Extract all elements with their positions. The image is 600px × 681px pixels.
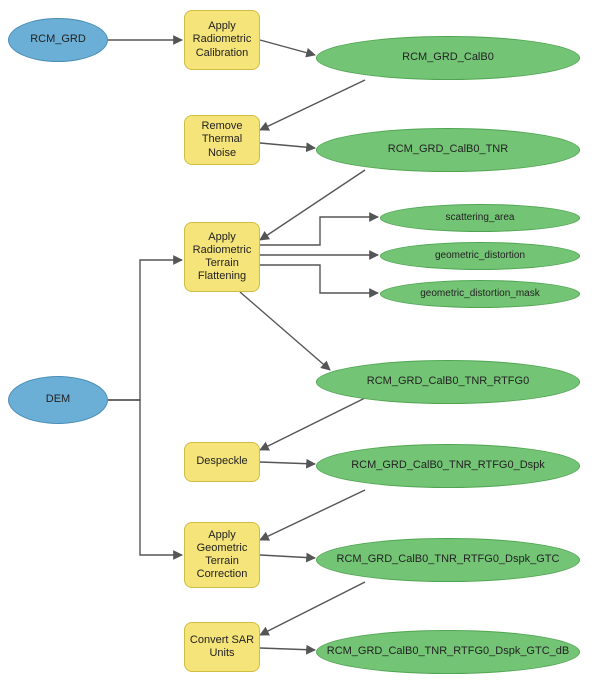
process-despeckle: Despeckle (184, 442, 260, 482)
input-rcm-grd-label: RCM_GRD (30, 33, 86, 46)
output-tnr-label: RCM_GRD_CalB0_TNR (388, 143, 508, 156)
output-dspk-label: RCM_GRD_CalB0_TNR_RTFG0_Dspk (351, 459, 545, 472)
edge-tnrout-rtf (260, 170, 365, 240)
edge-calb0-tnr-proc (260, 80, 365, 130)
edge-dspkproc-dspkout (260, 462, 315, 464)
input-rcm-grd: RCM_GRD (8, 18, 108, 62)
edge-dem-rtf (108, 260, 182, 400)
process-radiometric-terrain-flattening: Apply Radiometric Terrain Flattening (184, 222, 260, 292)
process-geometric-terrain-correction-label: Apply Geometric Terrain Correction (189, 529, 255, 582)
edge-radcal-calb0 (260, 40, 315, 55)
process-radiometric-terrain-flattening-label: Apply Radiometric Terrain Flattening (189, 231, 255, 284)
output-db: RCM_GRD_CalB0_TNR_RTFG0_Dspk_GTC_dB (316, 630, 580, 674)
output-rtfg0-label: RCM_GRD_CalB0_TNR_RTFG0 (367, 375, 529, 388)
output-tnr: RCM_GRD_CalB0_TNR (316, 128, 580, 172)
output-calb0: RCM_GRD_CalB0 (316, 36, 580, 80)
output-scattering-area-label: scattering_area (446, 212, 515, 224)
process-radiometric-calibration-label: Apply Radiometric Calibration (189, 20, 255, 60)
process-remove-thermal-noise: Remove Thermal Noise (184, 115, 260, 165)
process-convert-sar-units: Convert SAR Units (184, 622, 260, 672)
output-scattering-area: scattering_area (380, 204, 580, 232)
edge-tnrproc-tnrout (260, 143, 315, 148)
output-dspk: RCM_GRD_CalB0_TNR_RTFG0_Dspk (316, 444, 580, 488)
output-geometric-distortion-mask: geometric_distortion_mask (380, 280, 580, 308)
edge-rtf-rtfg0 (240, 292, 330, 370)
edge-rtf-scat (260, 217, 378, 245)
edge-dem-gtc (108, 400, 182, 555)
process-remove-thermal-noise-label: Remove Thermal Noise (189, 120, 255, 160)
edge-rtf-gdm (260, 265, 378, 293)
output-geometric-distortion: geometric_distortion (380, 242, 580, 270)
process-radiometric-calibration: Apply Radiometric Calibration (184, 10, 260, 70)
process-convert-sar-units-label: Convert SAR Units (189, 634, 255, 660)
edge-convert-db (260, 648, 315, 650)
edge-dspk-gtc (260, 490, 365, 540)
output-calb0-label: RCM_GRD_CalB0 (402, 51, 494, 64)
output-gtc: RCM_GRD_CalB0_TNR_RTFG0_Dspk_GTC (316, 538, 580, 582)
output-db-label: RCM_GRD_CalB0_TNR_RTFG0_Dspk_GTC_dB (327, 645, 569, 658)
output-gtc-label: RCM_GRD_CalB0_TNR_RTFG0_Dspk_GTC (337, 553, 560, 566)
input-dem: DEM (8, 376, 108, 424)
edge-gtcproc-gtcout (260, 555, 315, 558)
output-geometric-distortion-mask-label: geometric_distortion_mask (420, 288, 540, 300)
process-despeckle-label: Despeckle (196, 455, 247, 468)
edge-gtcout-convert (260, 582, 365, 635)
edge-rtfg0-dspk (260, 398, 365, 450)
output-geometric-distortion-label: geometric_distortion (435, 250, 525, 262)
input-dem-label: DEM (46, 393, 70, 406)
output-rtfg0: RCM_GRD_CalB0_TNR_RTFG0 (316, 360, 580, 404)
process-geometric-terrain-correction: Apply Geometric Terrain Correction (184, 522, 260, 588)
